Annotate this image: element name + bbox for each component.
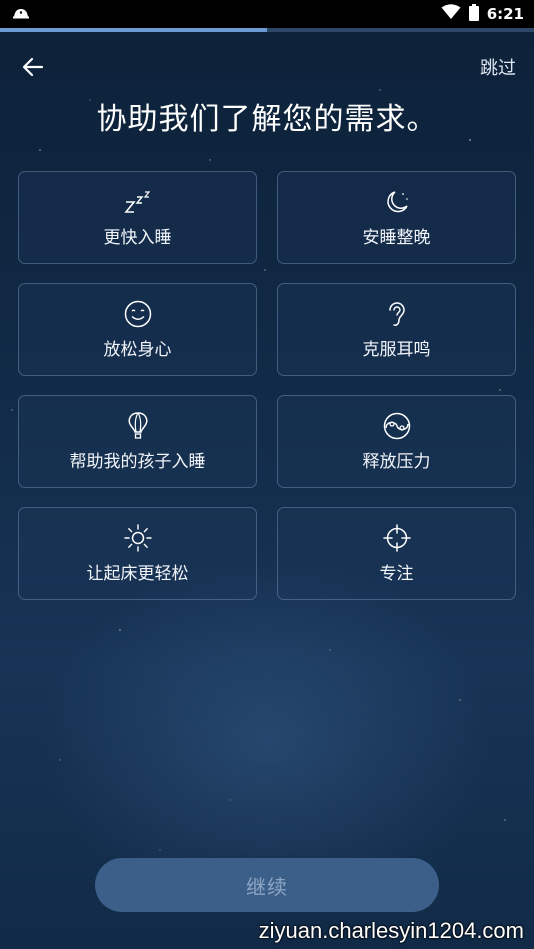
option-help-child-sleep[interactable]: 帮助我的孩子入睡 xyxy=(18,395,257,488)
smile-icon xyxy=(123,299,153,329)
option-sleep-through-night[interactable]: 安睡整晚 xyxy=(277,171,516,264)
back-button[interactable] xyxy=(18,52,48,82)
onboarding-progress-bar xyxy=(0,28,534,32)
page-title: 协助我们了解您的需求。 xyxy=(96,102,438,137)
wifi-icon xyxy=(441,4,461,24)
crosshair-icon xyxy=(382,523,412,553)
option-overcome-tinnitus[interactable]: 克服耳鸣 xyxy=(277,283,516,376)
option-label: 让起床更轻松 xyxy=(86,564,189,584)
status-bar: 6:21 xyxy=(0,0,534,28)
option-fall-asleep-faster[interactable]: 更快入睡 xyxy=(18,171,257,264)
watermark: ziyuan.charlesyin1204.com xyxy=(258,918,524,943)
option-label: 帮助我的孩子入睡 xyxy=(69,452,206,472)
skip-button[interactable]: 跳过 xyxy=(480,54,516,80)
ear-icon xyxy=(382,299,412,329)
moon-stars-icon xyxy=(382,187,412,217)
option-label: 克服耳鸣 xyxy=(362,340,431,360)
option-label: 释放压力 xyxy=(362,452,431,472)
option-focus[interactable]: 专注 xyxy=(277,507,516,600)
continue-button[interactable]: 继续 xyxy=(95,858,439,912)
option-label: 专注 xyxy=(379,564,414,584)
onboarding-screen: 6:21 跳过 协助我们了解您的需求。 更快入睡 安睡整晚 放松身心 克服耳鸣 … xyxy=(0,0,534,949)
option-label: 更快入睡 xyxy=(103,228,172,248)
arrow-left-icon xyxy=(22,57,44,77)
option-label: 放松身心 xyxy=(103,340,172,360)
onboarding-progress-fill xyxy=(0,28,267,32)
notification-app-icon xyxy=(12,5,30,24)
yin-yang-icon xyxy=(382,411,412,441)
zzz-icon xyxy=(123,187,153,217)
option-easier-wakeup[interactable]: 让起床更轻松 xyxy=(18,507,257,600)
option-relax[interactable]: 放松身心 xyxy=(18,283,257,376)
option-label: 安睡整晚 xyxy=(362,228,431,248)
status-time: 6:21 xyxy=(486,5,524,23)
battery-icon xyxy=(468,3,479,25)
needs-options-grid: 更快入睡 安睡整晚 放松身心 克服耳鸣 帮助我的孩子入睡 释放压力 让起床更轻松… xyxy=(18,171,516,600)
sun-icon xyxy=(123,523,153,553)
hot-air-balloon-icon xyxy=(123,411,153,441)
option-release-stress[interactable]: 释放压力 xyxy=(277,395,516,488)
